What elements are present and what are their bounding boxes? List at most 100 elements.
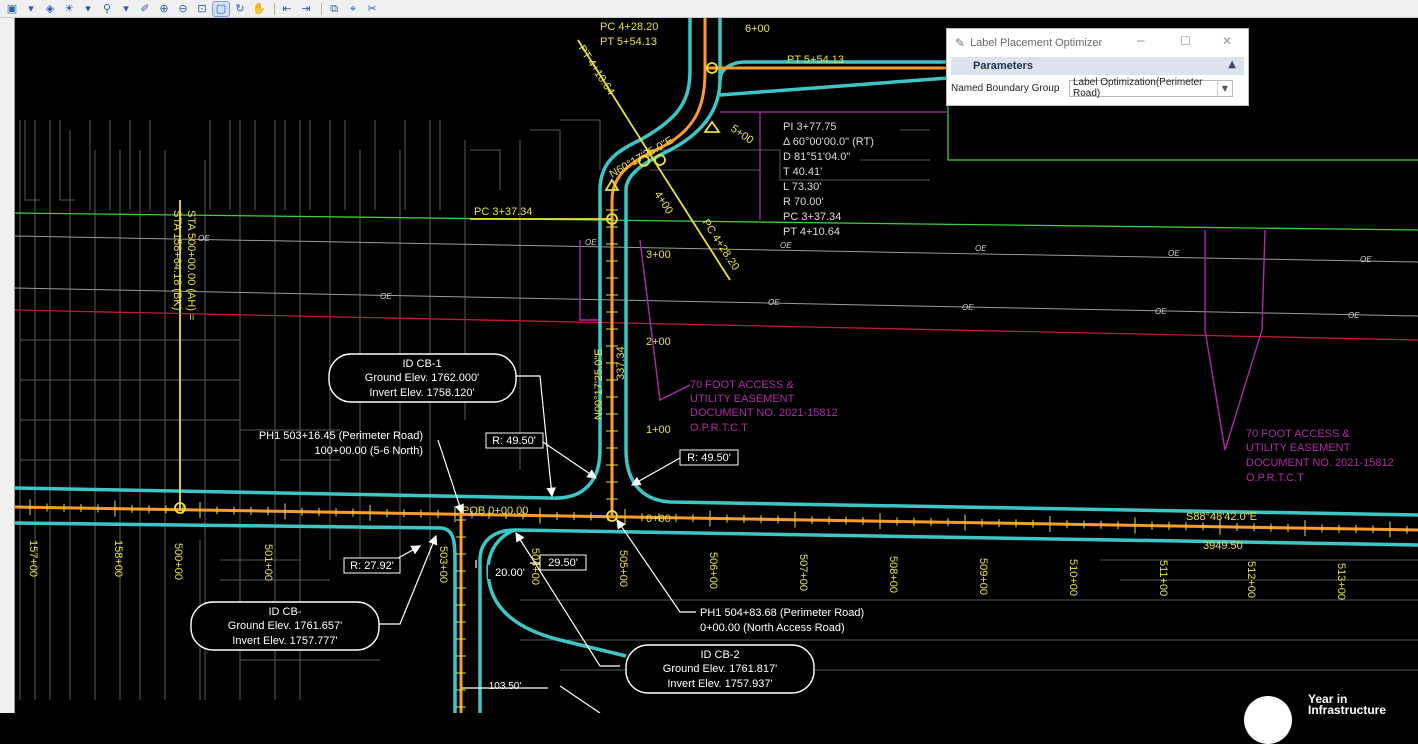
curve-data-line: D 81°51'04.0" bbox=[783, 151, 850, 163]
pt-label: PT 5+54.13 bbox=[787, 54, 844, 66]
parameters-section-header[interactable]: Parameters ▲ bbox=[951, 57, 1244, 75]
measure-icon[interactable]: ⌖ bbox=[345, 2, 361, 16]
callout-cb2[interactable]: ID CB-2 Ground Elev. 1761.817' Invert El… bbox=[625, 644, 815, 694]
minimize-icon[interactable]: ─ bbox=[1137, 34, 1144, 48]
rotate-icon[interactable]: ↻ bbox=[232, 2, 248, 16]
station-label: 157+00 bbox=[27, 540, 39, 577]
close-icon[interactable]: ✕ bbox=[1222, 34, 1232, 48]
station-label: 505+00 bbox=[617, 550, 629, 587]
ph1-label-b: PH1 504+83.68 (Perimeter Road) 0+00.00 (… bbox=[700, 607, 864, 634]
length-label: 337.34 bbox=[615, 346, 627, 380]
oe-label: OE bbox=[1348, 311, 1360, 320]
oe-label: OE bbox=[962, 303, 974, 312]
dialog-title: Label Placement Optimizer bbox=[970, 37, 1103, 49]
station-label: 4+00 bbox=[651, 189, 675, 216]
svg-text:O.P.R.T.C.T: O.P.R.T.C.T bbox=[690, 422, 748, 434]
maximize-icon[interactable]: ☐ bbox=[1180, 34, 1191, 48]
svg-text:R: 49.50': R: 49.50' bbox=[687, 452, 731, 464]
lighting-icon[interactable]: ☀ bbox=[61, 2, 77, 16]
cad-drawing-canvas[interactable]: OE OE OE OE OE OE OE OE OE OE OE PC 4+28… bbox=[15, 18, 1418, 713]
station-label: 500+00 bbox=[172, 543, 184, 580]
named-boundary-group-select[interactable]: Label Optimization(Perimeter Road) ▼ bbox=[1069, 77, 1233, 99]
station-label: 501+00 bbox=[262, 544, 274, 581]
ph1-label-a: PH1 503+16.45 (Perimeter Road) 100+00.00… bbox=[259, 430, 423, 457]
chevron-up-icon[interactable]: ▲ bbox=[1228, 59, 1236, 70]
view-rotate-icon[interactable]: ▣ bbox=[4, 2, 20, 16]
svg-text:DOCUMENT NO. 2021-15812: DOCUMENT NO. 2021-15812 bbox=[1246, 457, 1394, 469]
station-equation: STA 500+00.00 (AH) = bbox=[185, 210, 197, 320]
station-label: 158+00 bbox=[112, 540, 124, 577]
station-label: 2+00 bbox=[646, 336, 671, 348]
dropdown-arrow-icon[interactable]: ▾ bbox=[118, 2, 134, 16]
easement-label-2: 70 FOOT ACCESS & UTILITY EASEMENT DOCUME… bbox=[1246, 428, 1394, 484]
station-label: 512+00 bbox=[1245, 561, 1257, 598]
station-label: 508+00 bbox=[887, 556, 899, 593]
curve-data-line: T 40.41' bbox=[783, 166, 822, 178]
label-tool-icon: ✎ bbox=[955, 36, 966, 50]
callout-cb1[interactable]: ID CB-1 Ground Elev. 1762.000' Invert El… bbox=[328, 353, 517, 403]
clip-icon[interactable]: ✂ bbox=[364, 2, 380, 16]
display-style-icon[interactable]: ◈ bbox=[42, 2, 58, 16]
svg-text:O.P.R.T.C.T: O.P.R.T.C.T bbox=[1246, 472, 1304, 484]
easement-label-1: 70 FOOT ACCESS & UTILITY EASEMENT DOCUME… bbox=[690, 379, 838, 434]
svg-text:103.50': 103.50' bbox=[489, 681, 522, 692]
station-labels: 157+00 158+00 500+00 501+00 503+00 504+00 505+… bbox=[27, 540, 1347, 600]
zoom-in-icon[interactable]: ⊕ bbox=[156, 2, 172, 16]
svg-text:Ground Elev. 1762.000': Ground Elev. 1762.000' bbox=[365, 372, 479, 384]
radius-label[interactable]: R: 49.50' bbox=[485, 432, 544, 449]
pc-label: PC 4+28.20 bbox=[600, 21, 658, 33]
copy-view-icon[interactable]: ⧉ bbox=[326, 2, 342, 16]
radius-label[interactable]: R: 49.50' bbox=[679, 449, 739, 466]
chevron-down-icon[interactable]: ▼ bbox=[1217, 80, 1232, 96]
oe-label: OE bbox=[198, 234, 210, 243]
svg-text:R: 27.92': R: 27.92' bbox=[350, 560, 394, 572]
curve-data-line: L 73.30' bbox=[783, 181, 821, 193]
fit-view-icon[interactable]: ▢ bbox=[212, 0, 230, 17]
oe-label: OE bbox=[585, 238, 597, 247]
dropdown-arrow-icon[interactable]: ▾ bbox=[23, 2, 39, 16]
brush-icon[interactable]: ✐ bbox=[137, 2, 153, 16]
toolbar-separator bbox=[274, 2, 275, 15]
svg-text:ID CB-1: ID CB-1 bbox=[402, 358, 441, 370]
next-view-icon[interactable]: ⇥ bbox=[298, 2, 314, 16]
radius-label[interactable]: 29.50' bbox=[539, 554, 587, 571]
curve-data-line: PI 3+77.75 bbox=[783, 121, 837, 133]
station-label: 507+00 bbox=[797, 554, 809, 591]
pan-icon[interactable]: ✋ bbox=[251, 2, 267, 16]
callout-cb-left[interactable]: ID CB- Ground Elev. 1761.657' Invert Ele… bbox=[190, 601, 380, 651]
pt-label: PT 4+10.64 bbox=[575, 43, 616, 97]
left-panel-edge bbox=[0, 18, 15, 713]
station-label: 504+00 bbox=[529, 548, 541, 585]
svg-text:PH1 504+83.68 (Perimeter Road): PH1 504+83.68 (Perimeter Road) bbox=[700, 607, 864, 619]
station-label: 510+00 bbox=[1067, 559, 1079, 596]
svg-text:ID CB-: ID CB- bbox=[269, 606, 302, 618]
place-marker-icon[interactable]: ⚲ bbox=[99, 2, 115, 16]
pc-label: PC 3+37.34 bbox=[474, 206, 532, 218]
station-label: 6+00 bbox=[745, 23, 770, 35]
bentley-logo bbox=[1244, 696, 1292, 744]
dropdown-arrow-icon[interactable]: ▾ bbox=[80, 2, 96, 16]
toolbar: ▣ ▾ ◈ ☀ ▾ ⚲ ▾ ✐ ⊕ ⊖ ⊡ ▢ ↻ ✋ ⇤ ⇥ ⧉ ⌖ ✂ bbox=[0, 0, 1418, 18]
pob-label: POB 0+00.00 bbox=[462, 505, 528, 517]
svg-text:PH1 503+16.45 (Perimeter Road): PH1 503+16.45 (Perimeter Road) bbox=[259, 430, 423, 442]
zoom-out-icon[interactable]: ⊖ bbox=[175, 2, 191, 16]
svg-text:ID CB-2: ID CB-2 bbox=[700, 649, 739, 661]
curve-data-line: Δ 60°00'00.0" (RT) bbox=[783, 136, 874, 148]
svg-text:Ground Elev. 1761.657': Ground Elev. 1761.657' bbox=[228, 620, 342, 632]
label-placement-optimizer-dialog[interactable]: ✎ Label Placement Optimizer ─ ☐ ✕ Parame… bbox=[946, 28, 1249, 106]
svg-text:DOCUMENT NO. 2021-15812: DOCUMENT NO. 2021-15812 bbox=[690, 407, 838, 419]
window-area-icon[interactable]: ⊡ bbox=[194, 2, 210, 16]
radius-label[interactable]: R: 27.92' bbox=[343, 557, 401, 574]
previous-view-icon[interactable]: ⇤ bbox=[279, 2, 295, 16]
station-label: 5+00 bbox=[728, 123, 755, 147]
station-label: 511+00 bbox=[1157, 560, 1169, 596]
toolbar-separator bbox=[321, 2, 322, 15]
curve-data-line: R 70.00' bbox=[783, 196, 824, 208]
station-label: 0+00 bbox=[646, 513, 671, 525]
svg-text:Invert Elev. 1758.120': Invert Elev. 1758.120' bbox=[369, 387, 474, 399]
svg-text:20.00': 20.00' bbox=[495, 567, 525, 579]
overhead-electric-lines: OE OE OE OE OE OE OE OE OE OE OE bbox=[15, 104, 1418, 341]
svg-text:Invert Elev. 1757.937': Invert Elev. 1757.937' bbox=[667, 678, 772, 690]
curve-data-line: PT 4+10.64 bbox=[783, 226, 840, 238]
dialog-titlebar[interactable]: ✎ Label Placement Optimizer ─ ☐ ✕ bbox=[947, 29, 1248, 57]
